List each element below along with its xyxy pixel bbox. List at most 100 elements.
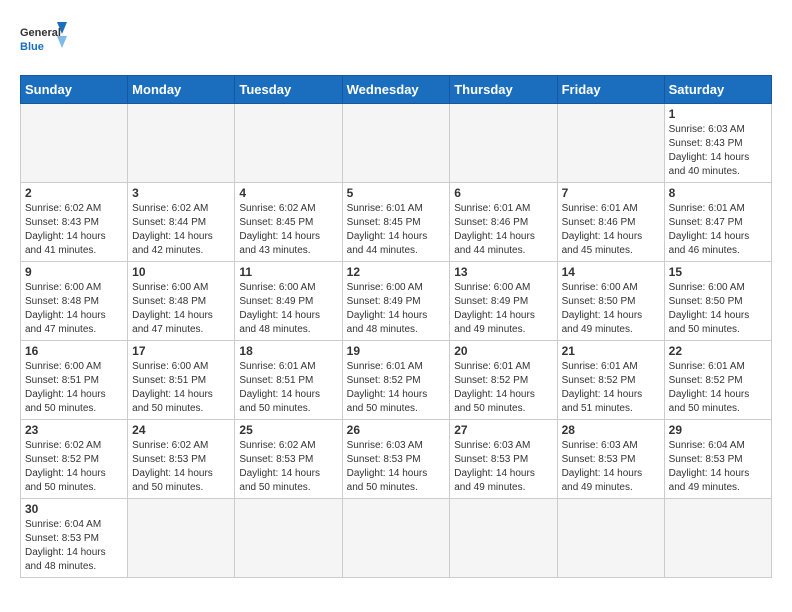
day-info: Sunrise: 6:01 AM Sunset: 8:52 PM Dayligh… (347, 360, 446, 416)
day-info: Sunrise: 6:04 AM Sunset: 8:53 PM Dayligh… (669, 439, 767, 495)
calendar-cell: 5 Sunrise: 6:01 AM Sunset: 8:45 PM Daylig… (342, 183, 450, 262)
day-info: Sunrise: 6:02 AM Sunset: 8:53 PM Dayligh… (239, 439, 337, 495)
day-info: Sunrise: 6:00 AM Sunset: 8:50 PM Dayligh… (669, 281, 767, 337)
day-number: 25 (239, 423, 337, 437)
calendar-cell (664, 499, 771, 578)
day-info: Sunrise: 6:00 AM Sunset: 8:51 PM Dayligh… (132, 360, 230, 416)
calendar-week-1: 2 Sunrise: 6:02 AM Sunset: 8:43 PM Daylig… (21, 183, 772, 262)
calendar-cell (235, 104, 342, 183)
day-info: Sunrise: 6:01 AM Sunset: 8:52 PM Dayligh… (562, 360, 660, 416)
day-info: Sunrise: 6:03 AM Sunset: 8:53 PM Dayligh… (347, 439, 446, 495)
day-number: 13 (454, 265, 552, 279)
day-number: 23 (25, 423, 123, 437)
day-number: 12 (347, 265, 446, 279)
calendar-cell (450, 499, 557, 578)
day-info: Sunrise: 6:00 AM Sunset: 8:51 PM Dayligh… (25, 360, 123, 416)
calendar-cell: 17 Sunrise: 6:00 AM Sunset: 8:51 PM Dayli… (128, 341, 235, 420)
day-number: 1 (669, 107, 767, 121)
calendar-cell: 12Sunrise: 6:00 AM Sunset: 8:49 PM Dayli… (342, 262, 450, 341)
calendar-cell (128, 499, 235, 578)
calendar-cell: 24 Sunrise: 6:02 AM Sunset: 8:53 PM Dayli… (128, 420, 235, 499)
day-info: Sunrise: 6:00 AM Sunset: 8:48 PM Dayligh… (132, 281, 230, 337)
day-number: 29 (669, 423, 767, 437)
calendar-cell: 27 Sunrise: 6:03 AM Sunset: 8:53 PM Dayli… (450, 420, 557, 499)
day-number: 9 (25, 265, 123, 279)
day-number: 15 (669, 265, 767, 279)
calendar-cell (128, 104, 235, 183)
calendar-cell: 16 Sunrise: 6:00 AM Sunset: 8:51 PM Dayli… (21, 341, 128, 420)
day-info: Sunrise: 6:02 AM Sunset: 8:52 PM Dayligh… (25, 439, 123, 495)
day-number: 5 (347, 186, 446, 200)
calendar-cell: 14Sunrise: 6:00 AM Sunset: 8:50 PM Dayli… (557, 262, 664, 341)
calendar-cell: 22 Sunrise: 6:01 AM Sunset: 8:52 PM Dayli… (664, 341, 771, 420)
day-number: 26 (347, 423, 446, 437)
calendar-cell: 4 Sunrise: 6:02 AM Sunset: 8:45 PM Daylig… (235, 183, 342, 262)
day-number: 16 (25, 344, 123, 358)
day-header-friday: Friday (557, 76, 664, 104)
day-number: 10 (132, 265, 230, 279)
header: General Blue (20, 20, 772, 65)
day-number: 17 (132, 344, 230, 358)
calendar-week-0: 1 Sunrise: 6:03 AM Sunset: 8:43 PM Daylig… (21, 104, 772, 183)
day-header-thursday: Thursday (450, 76, 557, 104)
calendar-cell: 21Sunrise: 6:01 AM Sunset: 8:52 PM Dayli… (557, 341, 664, 420)
calendar-cell: 6 Sunrise: 6:01 AM Sunset: 8:46 PM Daylig… (450, 183, 557, 262)
day-info: Sunrise: 6:01 AM Sunset: 8:47 PM Dayligh… (669, 202, 767, 258)
day-number: 22 (669, 344, 767, 358)
day-header-saturday: Saturday (664, 76, 771, 104)
day-info: Sunrise: 6:02 AM Sunset: 8:44 PM Dayligh… (132, 202, 230, 258)
calendar-cell (450, 104, 557, 183)
day-number: 20 (454, 344, 552, 358)
day-number: 27 (454, 423, 552, 437)
calendar-cell: 26 Sunrise: 6:03 AM Sunset: 8:53 PM Dayli… (342, 420, 450, 499)
calendar-cell: 28 Sunrise: 6:03 AM Sunset: 8:53 PM Dayli… (557, 420, 664, 499)
calendar-cell (21, 104, 128, 183)
calendar-cell (557, 104, 664, 183)
day-info: Sunrise: 6:04 AM Sunset: 8:53 PM Dayligh… (25, 518, 123, 574)
day-number: 7 (562, 186, 660, 200)
calendar-cell (235, 499, 342, 578)
calendar-cell: 10 Sunrise: 6:00 AM Sunset: 8:48 PM Dayli… (128, 262, 235, 341)
day-info: Sunrise: 6:03 AM Sunset: 8:53 PM Dayligh… (562, 439, 660, 495)
logo-svg: General Blue (20, 20, 70, 65)
calendar-cell (342, 104, 450, 183)
day-info: Sunrise: 6:01 AM Sunset: 8:45 PM Dayligh… (347, 202, 446, 258)
day-number: 30 (25, 502, 123, 516)
day-info: Sunrise: 6:01 AM Sunset: 8:52 PM Dayligh… (669, 360, 767, 416)
day-info: Sunrise: 6:00 AM Sunset: 8:49 PM Dayligh… (454, 281, 552, 337)
day-info: Sunrise: 6:03 AM Sunset: 8:53 PM Dayligh… (454, 439, 552, 495)
calendar-week-2: 9 Sunrise: 6:00 AM Sunset: 8:48 PM Daylig… (21, 262, 772, 341)
day-info: Sunrise: 6:01 AM Sunset: 8:51 PM Dayligh… (239, 360, 337, 416)
day-number: 28 (562, 423, 660, 437)
calendar-cell: 18Sunrise: 6:01 AM Sunset: 8:51 PM Dayli… (235, 341, 342, 420)
calendar-week-5: 30 Sunrise: 6:04 AM Sunset: 8:53 PM Dayli… (21, 499, 772, 578)
calendar-week-4: 23 Sunrise: 6:02 AM Sunset: 8:52 PM Dayli… (21, 420, 772, 499)
calendar-cell: 3Sunrise: 6:02 AM Sunset: 8:44 PM Daylig… (128, 183, 235, 262)
day-header-wednesday: Wednesday (342, 76, 450, 104)
calendar-cell: 8Sunrise: 6:01 AM Sunset: 8:47 PM Daylig… (664, 183, 771, 262)
day-number: 6 (454, 186, 552, 200)
calendar-cell: 29 Sunrise: 6:04 AM Sunset: 8:53 PM Dayli… (664, 420, 771, 499)
calendar-cell: 23 Sunrise: 6:02 AM Sunset: 8:52 PM Dayli… (21, 420, 128, 499)
day-info: Sunrise: 6:03 AM Sunset: 8:43 PM Dayligh… (669, 123, 767, 179)
calendar-cell: 9Sunrise: 6:00 AM Sunset: 8:48 PM Daylig… (21, 262, 128, 341)
calendar-cell: 11Sunrise: 6:00 AM Sunset: 8:49 PM Dayli… (235, 262, 342, 341)
day-info: Sunrise: 6:01 AM Sunset: 8:46 PM Dayligh… (454, 202, 552, 258)
day-number: 4 (239, 186, 337, 200)
calendar-week-3: 16 Sunrise: 6:00 AM Sunset: 8:51 PM Dayli… (21, 341, 772, 420)
calendar-cell: 25 Sunrise: 6:02 AM Sunset: 8:53 PM Dayli… (235, 420, 342, 499)
day-info: Sunrise: 6:02 AM Sunset: 8:53 PM Dayligh… (132, 439, 230, 495)
day-header-sunday: Sunday (21, 76, 128, 104)
day-header-monday: Monday (128, 76, 235, 104)
day-number: 2 (25, 186, 123, 200)
calendar-cell: 1 Sunrise: 6:03 AM Sunset: 8:43 PM Daylig… (664, 104, 771, 183)
logo: General Blue (20, 20, 70, 65)
calendar-cell: 19Sunrise: 6:01 AM Sunset: 8:52 PM Dayli… (342, 341, 450, 420)
svg-text:General: General (20, 27, 61, 39)
day-info: Sunrise: 6:02 AM Sunset: 8:43 PM Dayligh… (25, 202, 123, 258)
svg-text:Blue: Blue (20, 41, 44, 53)
day-number: 24 (132, 423, 230, 437)
day-info: Sunrise: 6:01 AM Sunset: 8:46 PM Dayligh… (562, 202, 660, 258)
calendar-cell: 20Sunrise: 6:01 AM Sunset: 8:52 PM Dayli… (450, 341, 557, 420)
day-info: Sunrise: 6:02 AM Sunset: 8:45 PM Dayligh… (239, 202, 337, 258)
